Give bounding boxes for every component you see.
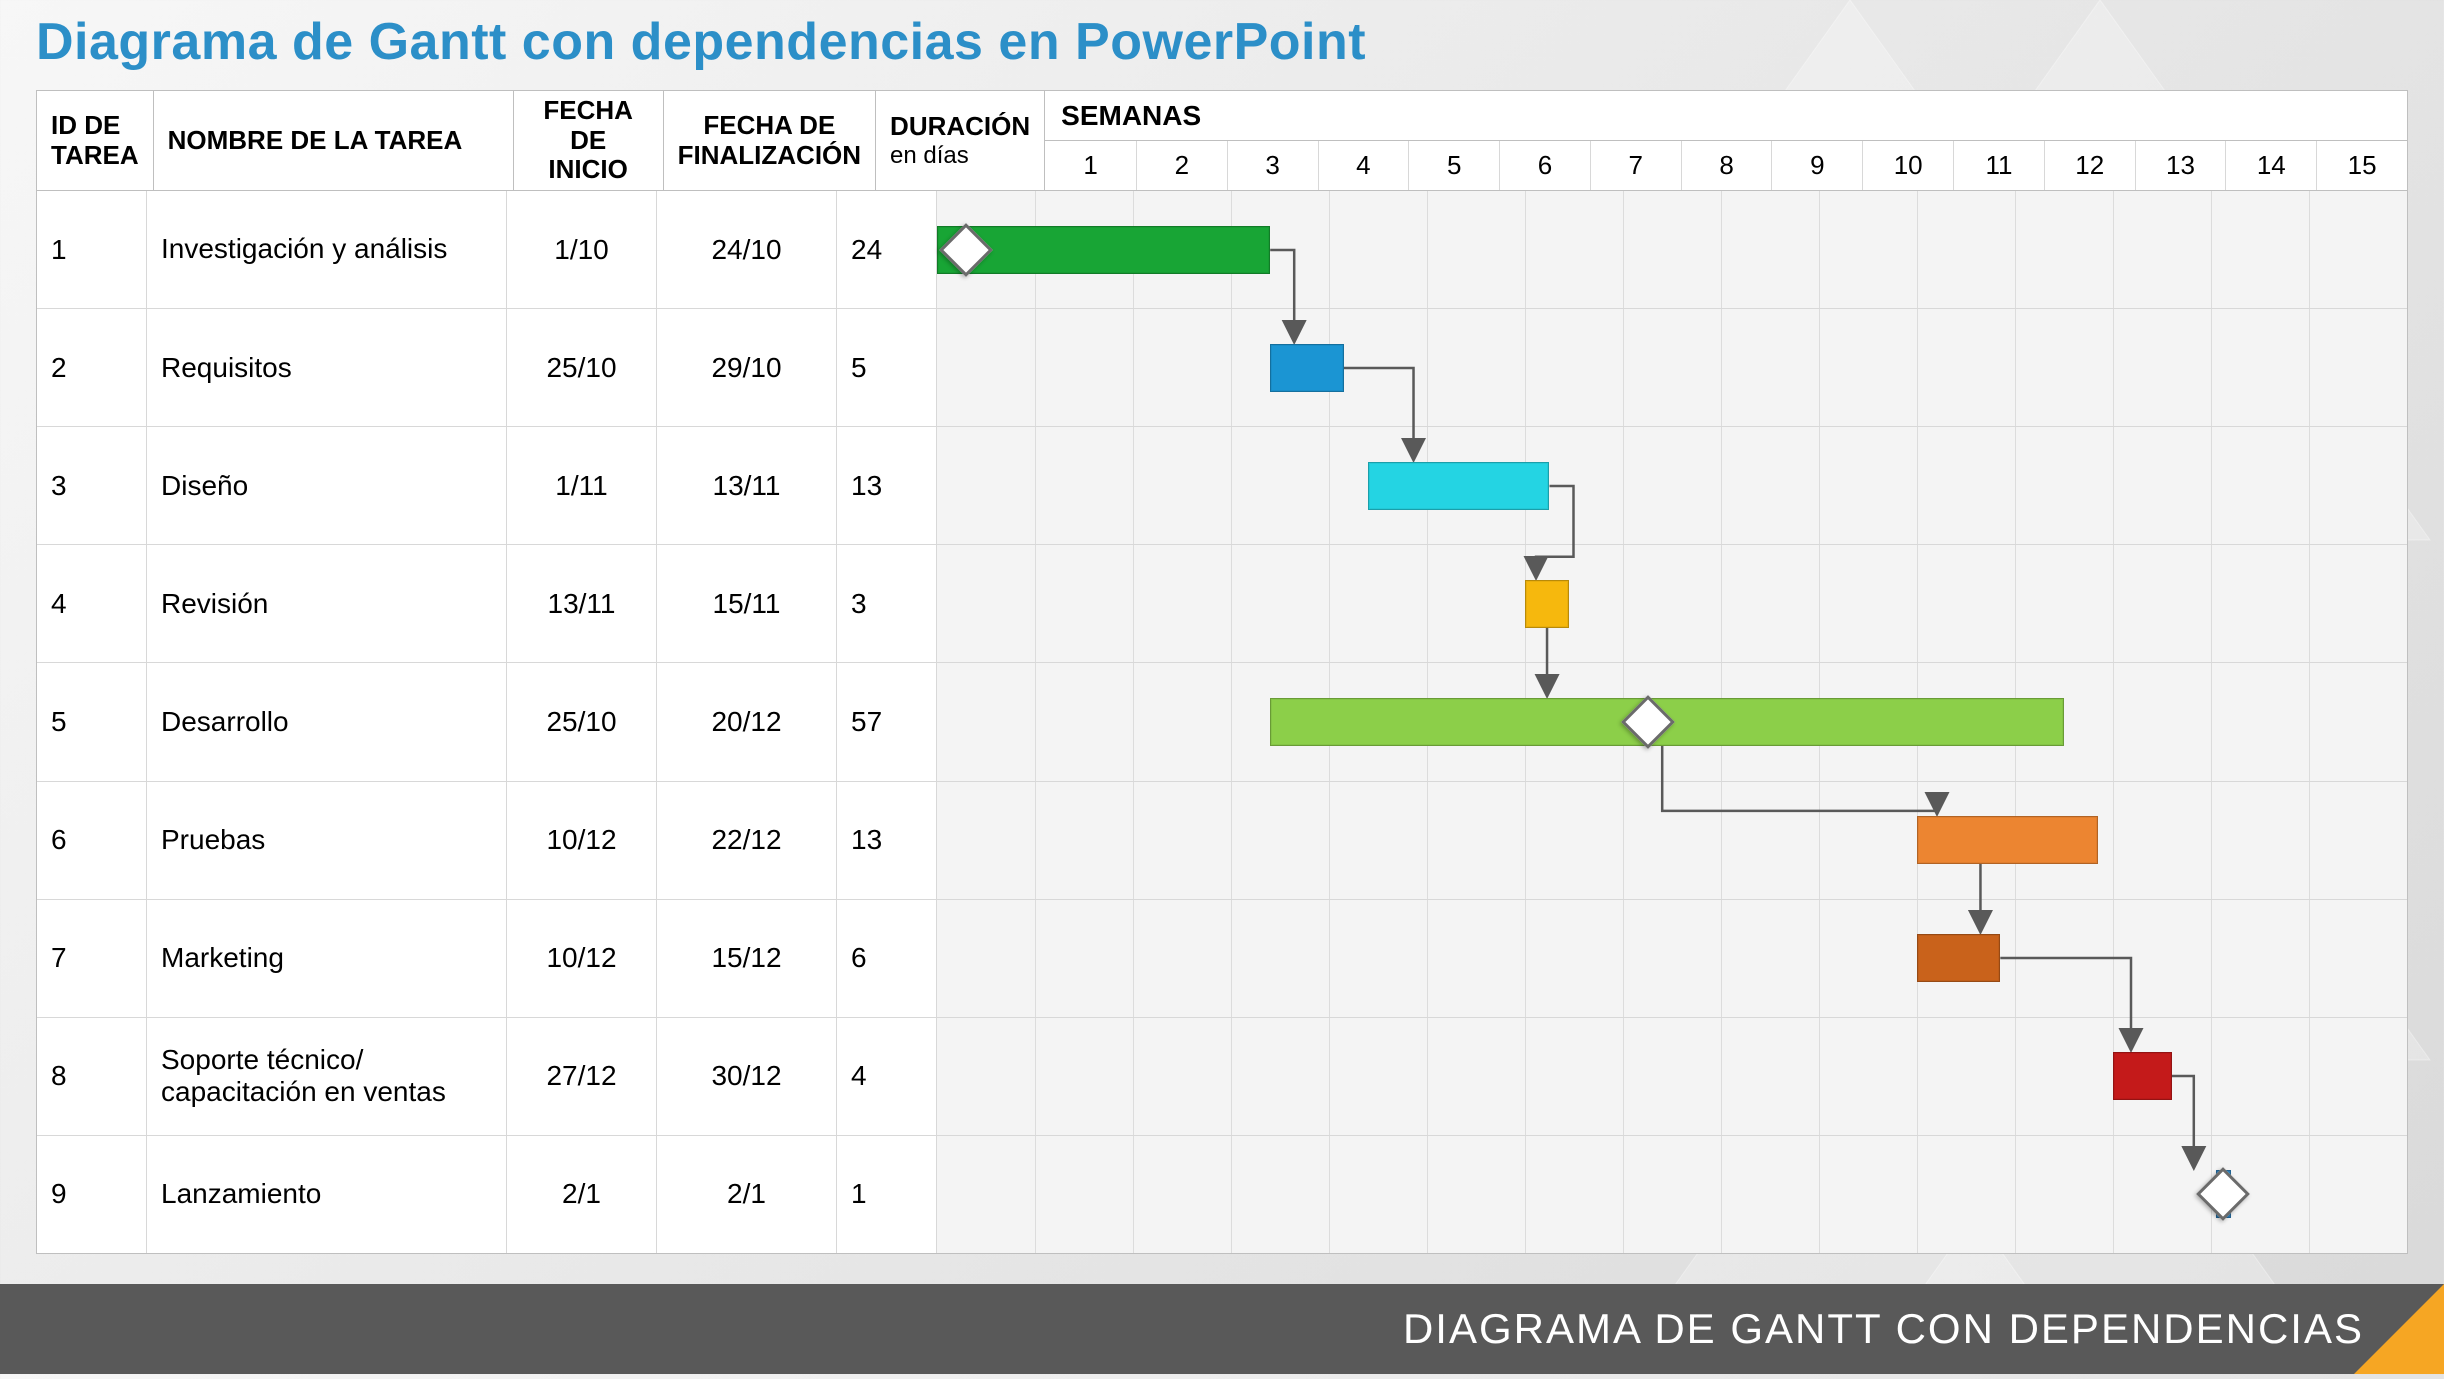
cell-name: Lanzamiento: [147, 1136, 507, 1253]
cell-name: Revisión: [147, 545, 507, 662]
cell-id: 8: [37, 1018, 147, 1135]
col-header-dur-main: DURACIÓN: [890, 112, 1030, 142]
week-number: 4: [1318, 141, 1409, 190]
cell-name: Desarrollo: [147, 663, 507, 780]
cell-start: 27/12: [507, 1018, 657, 1135]
col-header-start: FECHA DE INICIO: [514, 91, 664, 190]
cell-duration: 13: [837, 782, 937, 899]
cell-duration: 57: [837, 663, 937, 780]
gantt-chart: ID DE TAREA NOMBRE DE LA TAREA FECHA DE …: [36, 90, 2408, 1254]
col-header-weeks: SEMANAS: [1045, 91, 2407, 141]
cell-duration: 3: [837, 545, 937, 662]
cell-duration: 6: [837, 900, 937, 1017]
week-number: 7: [1590, 141, 1681, 190]
cell-id: 1: [37, 191, 147, 308]
cell-name: Soporte técnico/ capacitación en ventas: [147, 1018, 507, 1135]
week-number: 5: [1408, 141, 1499, 190]
gantt-bar: [1917, 934, 2000, 982]
col-header-id: ID DE TAREA: [37, 91, 154, 190]
cell-end: 2/1: [657, 1136, 837, 1253]
col-header-dur-sub: en días: [890, 142, 1030, 170]
col-header-name: NOMBRE DE LA TAREA: [154, 91, 514, 190]
col-header-dur: DURACIÓN en días: [876, 91, 1045, 190]
footer-accent-icon: [2354, 1284, 2444, 1374]
cell-id: 4: [37, 545, 147, 662]
week-number: 1: [1045, 141, 1136, 190]
cell-start: 1/10: [507, 191, 657, 308]
cell-name: Diseño: [147, 427, 507, 544]
week-number: 6: [1499, 141, 1590, 190]
gantt-bar: [1270, 344, 1344, 392]
week-number: 11: [1953, 141, 2044, 190]
week-number: 13: [2135, 141, 2226, 190]
cell-end: 24/10: [657, 191, 837, 308]
week-number: 9: [1771, 141, 1862, 190]
cell-end: 30/12: [657, 1018, 837, 1135]
cell-end: 29/10: [657, 309, 837, 426]
cell-end: 15/11: [657, 545, 837, 662]
chart-header: ID DE TAREA NOMBRE DE LA TAREA FECHA DE …: [37, 91, 2407, 191]
gantt-bar: [2113, 1052, 2172, 1100]
cell-id: 2: [37, 309, 147, 426]
week-number: 3: [1227, 141, 1318, 190]
cell-name: Requisitos: [147, 309, 507, 426]
cell-end: 15/12: [657, 900, 837, 1017]
col-header-end: FECHA DE FINALIZACIÓN: [664, 91, 876, 190]
gantt-bar: [1917, 816, 2098, 864]
week-number: 15: [2316, 141, 2407, 190]
cell-start: 10/12: [507, 900, 657, 1017]
cell-duration: 1: [837, 1136, 937, 1253]
footer-text: DIAGRAMA DE GANTT CON DEPENDENCIAS: [1403, 1305, 2364, 1353]
gantt-overlay: [937, 191, 2407, 1253]
week-number: 14: [2225, 141, 2316, 190]
slide-title: Diagrama de Gantt con dependencias en Po…: [36, 12, 1366, 72]
cell-name: Marketing: [147, 900, 507, 1017]
week-number: 8: [1681, 141, 1772, 190]
cell-start: 10/12: [507, 782, 657, 899]
cell-id: 6: [37, 782, 147, 899]
cell-id: 5: [37, 663, 147, 780]
cell-start: 25/10: [507, 663, 657, 780]
cell-id: 9: [37, 1136, 147, 1253]
week-number-row: 123456789101112131415: [1045, 141, 2407, 190]
week-number: 2: [1136, 141, 1227, 190]
cell-id: 3: [37, 427, 147, 544]
cell-id: 7: [37, 900, 147, 1017]
cell-start: 1/11: [507, 427, 657, 544]
cell-name: Investigación y análisis: [147, 191, 507, 308]
cell-end: 13/11: [657, 427, 837, 544]
cell-duration: 5: [837, 309, 937, 426]
cell-duration: 13: [837, 427, 937, 544]
gantt-bar: [1525, 580, 1569, 628]
week-number: 12: [2044, 141, 2135, 190]
week-number: 10: [1862, 141, 1953, 190]
cell-duration: 4: [837, 1018, 937, 1135]
cell-start: 13/11: [507, 545, 657, 662]
cell-start: 25/10: [507, 309, 657, 426]
footer-bar: DIAGRAMA DE GANTT CON DEPENDENCIAS: [0, 1284, 2444, 1374]
cell-end: 20/12: [657, 663, 837, 780]
cell-end: 22/12: [657, 782, 837, 899]
cell-name: Pruebas: [147, 782, 507, 899]
cell-duration: 24: [837, 191, 937, 308]
gantt-bar: [1368, 462, 1549, 510]
cell-start: 2/1: [507, 1136, 657, 1253]
